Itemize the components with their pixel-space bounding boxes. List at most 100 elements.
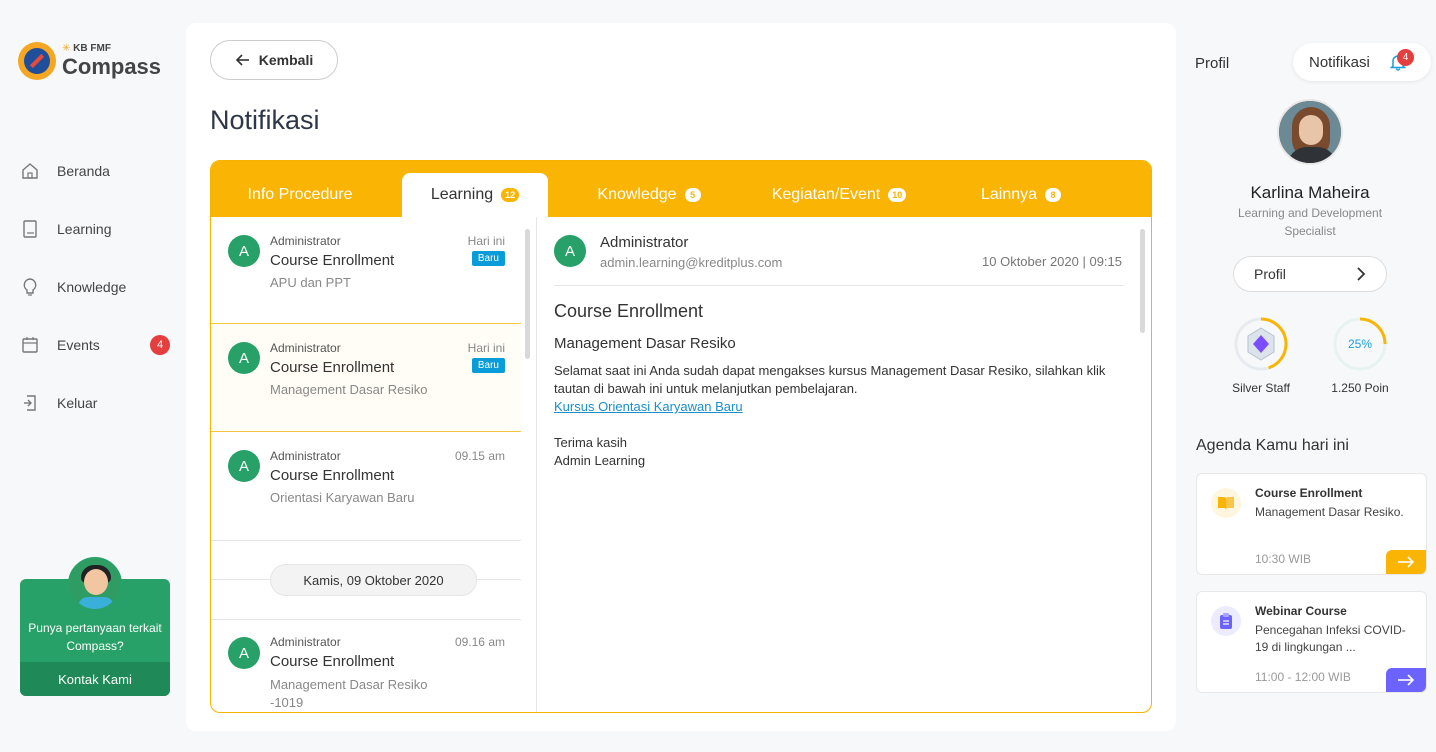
- lightbulb-icon: [20, 277, 40, 297]
- tab-kegiatan-event[interactable]: Kegiatan/Event 10: [759, 173, 919, 217]
- list-item[interactable]: A Administrator Course Enrollment Orient…: [211, 431, 521, 541]
- arrow-left-icon: [235, 54, 249, 66]
- sidebar-item-label: Learning: [57, 221, 112, 237]
- notification-time: 09.15 am: [454, 449, 505, 463]
- sender-avatar: A: [228, 637, 260, 669]
- notification-title: Course Enrollment: [270, 252, 395, 269]
- compass-logo-icon: [18, 42, 56, 80]
- tab-label: Lainnya: [980, 186, 1038, 203]
- tab-label: Learning: [430, 186, 494, 203]
- contact-us-button[interactable]: Kontak Kami: [20, 662, 170, 696]
- notification-panel: Info Procedure Learning 12 Knowledge 5 K…: [210, 160, 1152, 713]
- sender-name: Administrator: [270, 341, 341, 355]
- agenda-card[interactable]: Course Enrollment Management Dasar Resik…: [1196, 473, 1427, 575]
- sender-avatar: A: [228, 450, 260, 482]
- level-label: Silver Staff: [1232, 381, 1290, 395]
- thanks-text: Terima kasih: [554, 435, 627, 450]
- level-progress-ring: [1234, 317, 1288, 371]
- notification-title: Course Enrollment: [270, 467, 395, 484]
- notifications-label: Notifikasi: [1309, 53, 1370, 71]
- notification-title: Course Enrollment: [270, 653, 395, 670]
- notification-time: Hari ini: [467, 234, 505, 248]
- tab-count-badge: 10: [888, 188, 907, 202]
- notification-detail: A Administrator admin.learning@kreditplu…: [538, 217, 1151, 712]
- sidebar-item-events[interactable]: Events 4: [20, 316, 180, 374]
- detail-scrollbar[interactable]: [1140, 229, 1145, 333]
- arrow-right-icon: [1398, 556, 1415, 568]
- sender-avatar: A: [228, 342, 260, 374]
- book-icon: [20, 219, 40, 239]
- support-agent-avatar: [68, 557, 122, 611]
- profile-button[interactable]: Profil: [1233, 256, 1387, 292]
- profile-section-label: Profil: [1195, 55, 1230, 72]
- main-card: Kembali Notifikasi Info Procedure Learni…: [186, 23, 1176, 731]
- agenda-open-button[interactable]: [1386, 550, 1426, 574]
- agenda-description: Pencegahan Infeksi COVID-19 di lingkunga…: [1255, 623, 1406, 654]
- agenda-card[interactable]: Webinar Course Pencegahan Infeksi COVID-…: [1196, 591, 1427, 693]
- arrow-right-icon: [1398, 674, 1415, 686]
- profile-button-label: Profil: [1254, 266, 1286, 282]
- sidebar-item-learning[interactable]: Learning: [20, 200, 180, 258]
- sender-name: Administrator: [270, 449, 341, 463]
- page-title: Notifikasi: [210, 105, 320, 135]
- new-badge: Baru: [471, 251, 505, 266]
- tab-info-procedure[interactable]: Info Procedure: [223, 173, 377, 217]
- sender-avatar: A: [228, 235, 260, 267]
- tab-learning[interactable]: Learning 12: [402, 173, 548, 217]
- tab-count-badge: 5: [684, 188, 701, 202]
- points-percent: 25%: [1348, 337, 1372, 351]
- back-button[interactable]: Kembali: [210, 40, 338, 80]
- sidebar-item-label: Beranda: [57, 163, 110, 179]
- sidebar-item-label: Knowledge: [57, 279, 127, 295]
- logout-icon: [20, 393, 40, 413]
- compass-logo[interactable]: ✳ KB FMF Compass: [18, 42, 161, 80]
- list-item[interactable]: A Administrator Course Enrollment APU da…: [211, 217, 521, 324]
- sidebar-item-label: Events: [57, 337, 100, 353]
- sidebar: ✳ KB FMF Compass Beranda Learning Knowle…: [0, 0, 185, 752]
- user-name: Karlina Maheira: [1250, 183, 1370, 202]
- notification-time: 09.16 am: [454, 635, 505, 649]
- detail-subtitle: Management Dasar Resiko: [554, 335, 736, 352]
- chevron-right-icon: [1357, 267, 1366, 281]
- detail-signoff: Terima kasih Admin Learning: [554, 434, 645, 470]
- notification-time: Hari ini: [467, 341, 505, 355]
- tab-count-badge: 8: [1045, 188, 1062, 202]
- agenda-open-button[interactable]: [1386, 668, 1426, 692]
- notification-title: Course Enrollment: [270, 359, 395, 376]
- sender-name: Administrator: [270, 635, 341, 649]
- notification-list[interactable]: A Administrator Course Enrollment APU da…: [211, 217, 537, 712]
- sidebar-item-keluar[interactable]: Keluar: [20, 374, 180, 432]
- detail-sender-name: Administrator: [600, 234, 689, 251]
- list-item[interactable]: A Administrator Course Enrollment Manage…: [211, 619, 521, 712]
- help-text: Punya pertanyaan terkait Compass?: [28, 621, 162, 653]
- detail-body: Selamat saat ini Anda sudah dapat mengak…: [554, 363, 1106, 396]
- sender-avatar: A: [554, 235, 586, 267]
- agenda-title-text: Course Enrollment: [1255, 486, 1363, 500]
- divider: [554, 285, 1123, 286]
- right-panel: Profil Notifikasi 4 Karlina Maheira Lear…: [1176, 0, 1436, 752]
- points-progress-ring: 25%: [1333, 317, 1387, 371]
- list-scrollbar[interactable]: [525, 229, 530, 359]
- notification-subtitle: Orientasi Karyawan Baru: [270, 490, 415, 505]
- list-item[interactable]: A Administrator Course Enrollment Manage…: [211, 323, 521, 432]
- user-avatar: [1277, 99, 1343, 165]
- notification-subtitle: APU dan PPT: [270, 275, 351, 290]
- sidebar-item-beranda[interactable]: Beranda: [20, 142, 180, 200]
- detail-title: Course Enrollment: [554, 301, 704, 321]
- logo-brand-small: ✳ KB FMF: [62, 43, 111, 54]
- course-link[interactable]: Kursus Orientasi Karyawan Baru: [554, 399, 743, 414]
- tab-label: Info Procedure: [247, 186, 353, 203]
- sidebar-item-knowledge[interactable]: Knowledge: [20, 258, 180, 316]
- home-icon: [20, 161, 40, 181]
- calendar-icon: [20, 335, 40, 355]
- detail-sender-email: admin.learning@kreditplus.com: [600, 255, 783, 270]
- points-label: 1.250 Poin: [1331, 381, 1389, 395]
- notification-subtitle: Management Dasar Resiko: [270, 382, 428, 397]
- tab-knowledge[interactable]: Knowledge 5: [581, 173, 717, 217]
- tab-label: Knowledge: [597, 186, 677, 203]
- detail-date: 10 Oktober 2020 | 09:15: [982, 254, 1122, 269]
- notifications-button[interactable]: Notifikasi 4: [1293, 43, 1431, 81]
- tab-lainnya[interactable]: Lainnya 8: [971, 173, 1071, 217]
- logo-brand-name: Compass: [62, 54, 162, 79]
- help-card: Punya pertanyaan terkait Compass? Kontak…: [20, 557, 170, 696]
